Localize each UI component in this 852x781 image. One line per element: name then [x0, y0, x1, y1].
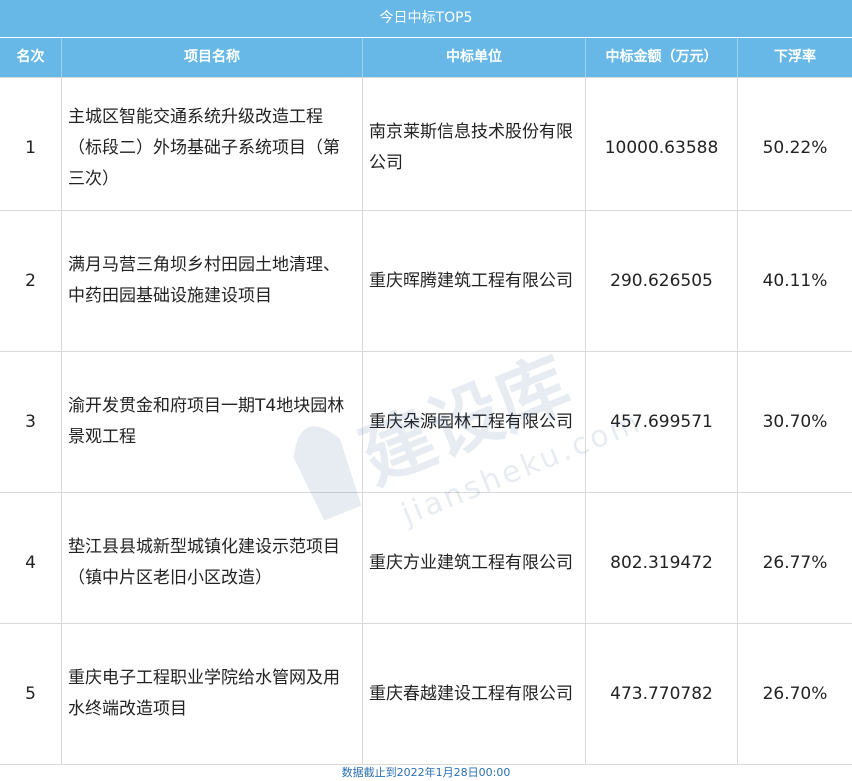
rate-cell: 26.77% — [737, 493, 852, 633]
header-company: 中标单位 — [362, 38, 585, 77]
rank-cell: 1 — [25, 137, 36, 158]
table-row: 2 满月马营三角坝乡村田园土地清理、中药田园基础设施建设项目 重庆晖腾建筑工程有… — [0, 210, 852, 351]
company-cell: 重庆方业建筑工程有限公司 — [362, 493, 585, 633]
rank-cell: 5 — [25, 683, 36, 704]
header-amount: 中标金额（万元） — [585, 38, 737, 77]
company-name: 重庆晖腾建筑工程有限公司 — [369, 270, 573, 291]
table-title: 今日中标TOP5 — [0, 0, 852, 37]
company-name: 重庆朵源园林工程有限公司 — [369, 411, 573, 432]
table-header: 名次 项目名称 中标单位 中标金额（万元） 下浮率 — [0, 38, 852, 77]
table-row: 4 垫江县县城新型城镇化建设示范项目（镇中片区老旧小区改造） 重庆方业建筑工程有… — [0, 492, 852, 633]
rank-cell: 2 — [25, 270, 36, 291]
table-row: 1 主城区智能交通系统升级改造工程（标段二）外场基础子系统项目（第三次） 南京莱… — [0, 77, 852, 218]
company-cell: 重庆晖腾建筑工程有限公司 — [362, 211, 585, 351]
header-rate: 下浮率 — [737, 38, 852, 77]
rank-cell: 4 — [25, 552, 36, 573]
header-project: 项目名称 — [61, 38, 362, 77]
project-name: 渝开发贯金和府项目一期T4地块园林景观工程 — [68, 396, 345, 447]
table-row: 3 渝开发贯金和府项目一期T4地块园林景观工程 重庆朵源园林工程有限公司 457… — [0, 351, 852, 492]
company-name: 南京莱斯信息技术股份有限公司 — [369, 122, 573, 173]
project-cell: 渝开发贯金和府项目一期T4地块园林景观工程 — [61, 352, 362, 492]
amount-cell: 802.319472 — [585, 493, 737, 633]
table-row: 5 重庆电子工程职业学院给水管网及用水终端改造项目 重庆春越建设工程有限公司 4… — [0, 623, 852, 764]
project-cell: 垫江县县城新型城镇化建设示范项目（镇中片区老旧小区改造） — [61, 493, 362, 633]
amount-cell: 10000.63588 — [585, 78, 737, 218]
rate-cell: 26.70% — [737, 624, 852, 764]
amount-cell: 473.770782 — [585, 624, 737, 764]
rate-cell: 50.22% — [737, 78, 852, 218]
rate-cell: 40.11% — [737, 211, 852, 351]
company-name: 重庆春越建设工程有限公司 — [369, 683, 573, 704]
project-cell: 主城区智能交通系统升级改造工程（标段二）外场基础子系统项目（第三次） — [61, 78, 362, 218]
rate-cell: 30.70% — [737, 352, 852, 492]
company-cell: 重庆朵源园林工程有限公司 — [362, 352, 585, 492]
project-cell: 满月马营三角坝乡村田园土地清理、中药田园基础设施建设项目 — [61, 211, 362, 351]
project-name: 满月马营三角坝乡村田园土地清理、中药田园基础设施建设项目 — [68, 255, 340, 306]
project-name: 主城区智能交通系统升级改造工程（标段二）外场基础子系统项目（第三次） — [68, 106, 340, 189]
header-rank: 名次 — [16, 49, 45, 65]
amount-cell: 290.626505 — [585, 211, 737, 351]
company-name: 重庆方业建筑工程有限公司 — [369, 552, 573, 573]
project-name: 垫江县县城新型城镇化建设示范项目（镇中片区老旧小区改造） — [68, 537, 340, 588]
data-cutoff-note: 数据截止到2022年1月28日00:00 — [0, 764, 852, 781]
company-cell: 重庆春越建设工程有限公司 — [362, 624, 585, 764]
project-cell: 重庆电子工程职业学院给水管网及用水终端改造项目 — [61, 624, 362, 764]
project-name: 重庆电子工程职业学院给水管网及用水终端改造项目 — [68, 668, 340, 719]
amount-cell: 457.699571 — [585, 352, 737, 492]
company-cell: 南京莱斯信息技术股份有限公司 — [362, 78, 585, 218]
rank-cell: 3 — [25, 411, 36, 432]
